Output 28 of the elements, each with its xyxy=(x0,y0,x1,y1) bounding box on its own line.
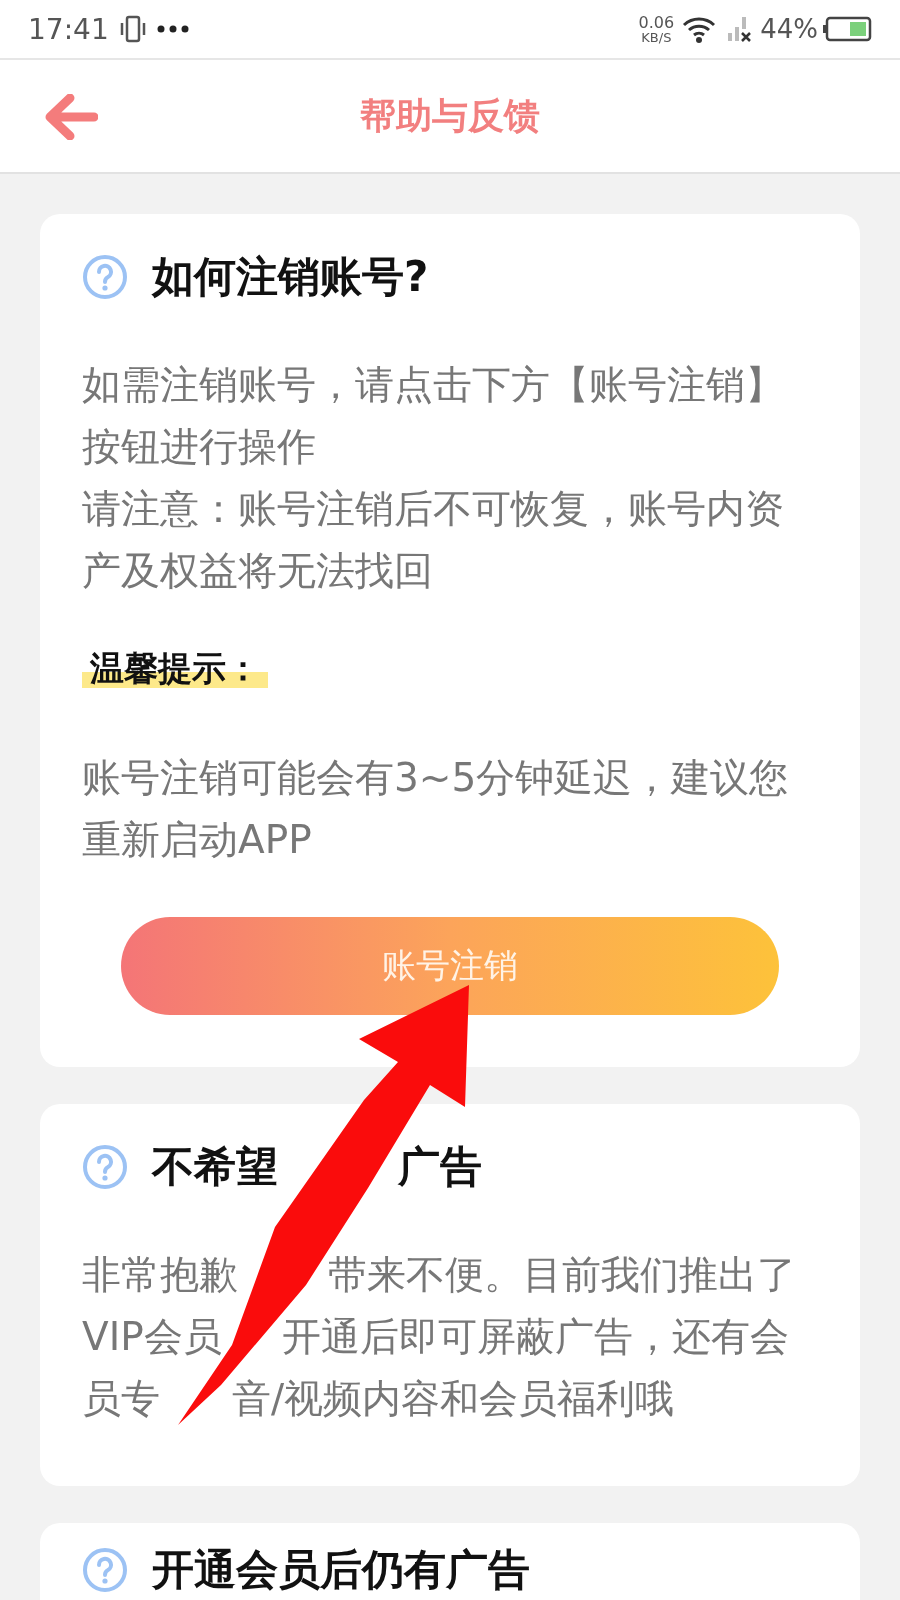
answer-text: 开通后即可屏蔽广告，还有会 xyxy=(281,1313,789,1361)
speed-unit: KB/S xyxy=(641,30,672,44)
question-title: 如何注销账号? xyxy=(152,251,429,303)
answer-text: 音/视频内容和会员福利哦 xyxy=(232,1375,675,1423)
answer-text: 员专 xyxy=(82,1375,160,1423)
tip-heading: 温馨提示： xyxy=(82,648,268,688)
question-title: 广告 xyxy=(398,1141,482,1193)
delete-account-button[interactable]: 账号注销 xyxy=(121,917,779,1015)
answer-text: VIP会员 xyxy=(82,1313,222,1361)
answer-text: 带来不便。目前我们推出了 xyxy=(328,1251,796,1299)
more-icon xyxy=(156,25,189,33)
question-title: 不希望 xyxy=(152,1141,278,1193)
answer-text: 如需注销账号，请点击下方【账号注销】按钮进行操作 xyxy=(82,361,785,471)
battery-percent: 44% xyxy=(760,14,818,44)
wifi-icon xyxy=(682,15,717,43)
back-arrow-icon[interactable] xyxy=(44,94,98,140)
network-speed: 0.06 xyxy=(638,14,675,31)
help-icon xyxy=(82,1547,128,1593)
answer-text: 非常抱歉 xyxy=(82,1251,238,1299)
page-title: 帮助与反馈 xyxy=(360,92,540,138)
question-title: 开通会员后仍有广告 xyxy=(152,1544,530,1596)
battery-icon xyxy=(822,16,872,42)
answer-text: 请注意：账号注销后不可恢复，账号内资产及权益将无法找回 xyxy=(82,485,785,595)
tip-text: 账号注销可能会有3~5分钟延迟，建议您重新启动APP xyxy=(82,754,790,864)
clock-time: 17:41 xyxy=(28,12,109,46)
help-icon xyxy=(82,1144,128,1190)
help-icon xyxy=(82,254,128,300)
vibrate-icon xyxy=(118,14,147,44)
